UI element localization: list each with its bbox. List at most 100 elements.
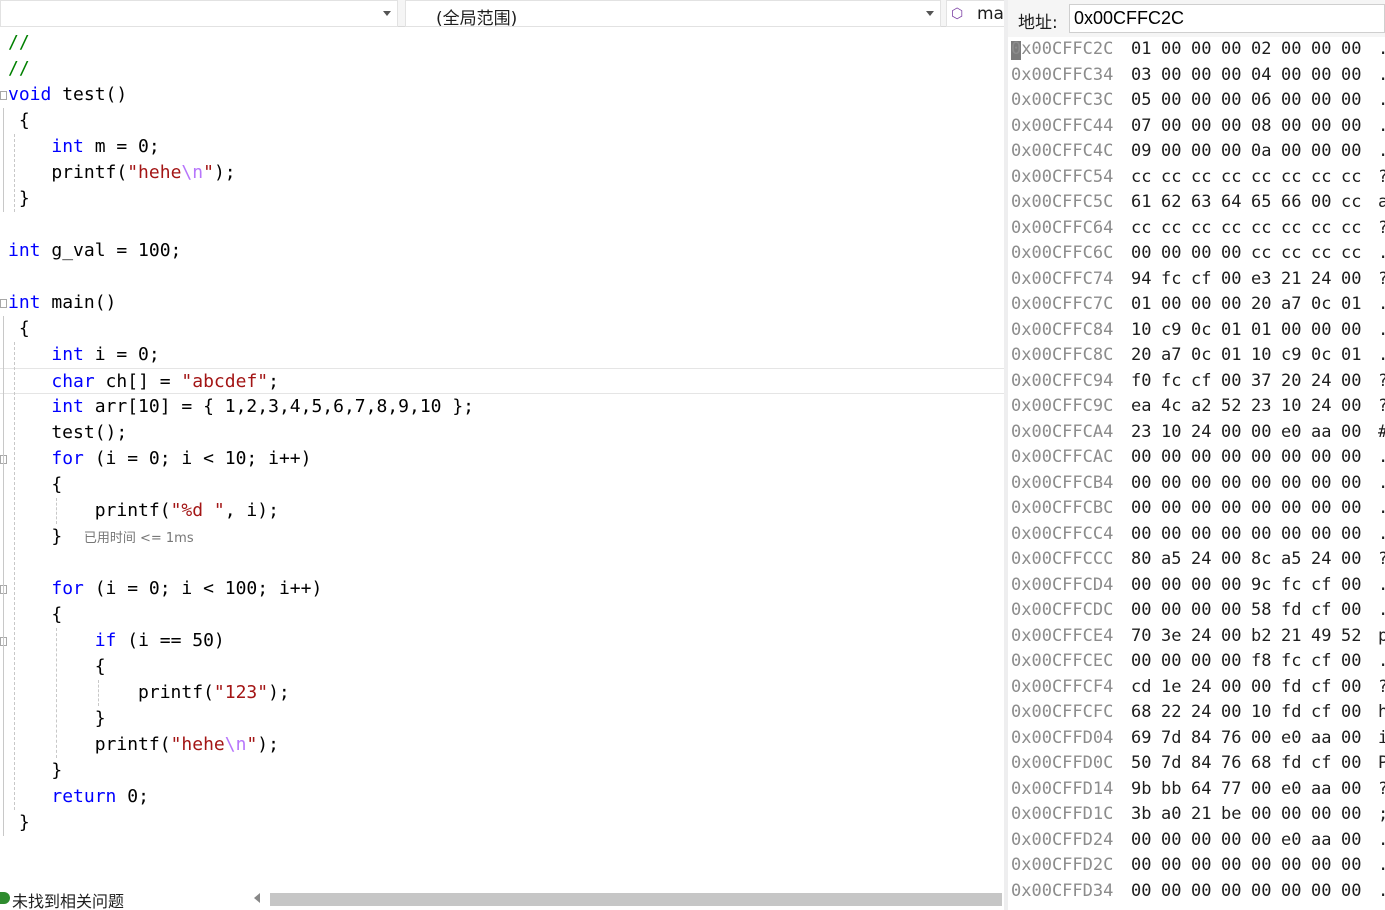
memory-byte[interactable]: 00 [1311, 190, 1331, 216]
memory-byte[interactable]: 00 [1161, 828, 1181, 854]
memory-byte[interactable]: fd [1281, 751, 1301, 777]
code-line[interactable]: } [0, 706, 1004, 732]
memory-row[interactable]: 0x00CFFD14 9b bb 64 77 00 e0 aa 00? [1008, 777, 1385, 803]
code-line[interactable]: int main() [0, 290, 1004, 316]
memory-byte[interactable]: 00 [1221, 496, 1241, 522]
memory-byte[interactable]: cc [1131, 216, 1151, 242]
memory-byte[interactable]: c9 [1281, 343, 1301, 369]
memory-row[interactable]: 0x00CFFC44 07 00 00 00 08 00 00 00. [1008, 114, 1385, 140]
memory-byte[interactable]: 0a [1251, 139, 1271, 165]
memory-byte[interactable]: 00 [1221, 114, 1241, 140]
memory-byte[interactable]: 00 [1341, 369, 1361, 395]
memory-byte[interactable]: 76 [1221, 751, 1241, 777]
memory-byte[interactable]: 20 [1131, 343, 1151, 369]
memory-byte[interactable]: 00 [1191, 649, 1211, 675]
memory-byte[interactable]: 0c [1311, 343, 1331, 369]
code-line[interactable]: printf("hehe\n"); [0, 732, 1004, 758]
memory-byte[interactable]: 01 [1341, 343, 1361, 369]
memory-row[interactable]: 0x00CFFD1C 3b a0 21 be 00 00 00 00; [1008, 802, 1385, 828]
memory-byte[interactable]: cf [1311, 573, 1331, 599]
memory-byte[interactable]: 00 [1311, 879, 1331, 905]
memory-byte[interactable]: 23 [1131, 420, 1151, 446]
memory-byte[interactable]: fd [1281, 700, 1301, 726]
memory-byte[interactable]: fd [1281, 675, 1301, 701]
memory-byte[interactable]: 01 [1221, 343, 1241, 369]
memory-byte[interactable]: 00 [1281, 471, 1301, 497]
code-line[interactable] [0, 550, 1004, 576]
memory-byte[interactable]: aa [1311, 777, 1331, 803]
memory-row[interactable]: 0x00CFFCBC 00 00 00 00 00 00 00 00. [1008, 496, 1385, 522]
code-line[interactable]: printf("%d ", i); [0, 498, 1004, 524]
memory-byte[interactable]: 00 [1191, 573, 1211, 599]
memory-byte[interactable]: 00 [1161, 139, 1181, 165]
memory-row[interactable]: 0x00CFFCFC 68 22 24 00 10 fd cf 00 h [1008, 700, 1385, 726]
memory-byte[interactable]: 00 [1161, 573, 1181, 599]
memory-byte[interactable]: 00 [1311, 471, 1331, 497]
memory-byte[interactable]: 00 [1251, 445, 1271, 471]
memory-byte[interactable]: 84 [1191, 751, 1211, 777]
memory-byte[interactable]: 00 [1191, 88, 1211, 114]
memory-byte[interactable]: 94 [1131, 267, 1151, 293]
memory-byte[interactable]: fc [1161, 369, 1181, 395]
scroll-left-icon[interactable] [254, 893, 260, 903]
memory-byte[interactable]: 00 [1131, 573, 1151, 599]
memory-row[interactable]: 0x00CFFC6C00000000cccccccc. [1008, 241, 1385, 267]
memory-byte[interactable]: 00 [1341, 267, 1361, 293]
code-line[interactable]: if (i == 50) [0, 628, 1004, 654]
memory-byte[interactable]: cc [1341, 165, 1361, 191]
memory-byte[interactable]: 00 [1191, 496, 1211, 522]
memory-byte[interactable]: 01 [1221, 318, 1241, 344]
memory-byte[interactable]: 70 [1131, 624, 1151, 650]
memory-byte[interactable]: 00 [1221, 267, 1241, 293]
memory-byte[interactable]: 24 [1191, 420, 1211, 446]
memory-byte[interactable]: 00 [1131, 649, 1151, 675]
memory-byte[interactable]: 7d [1161, 751, 1181, 777]
memory-byte[interactable]: 3b [1131, 802, 1151, 828]
memory-byte[interactable]: 00 [1221, 828, 1241, 854]
memory-row[interactable]: 0x00CFFCE4 70 3e 24 00 b2 21 49 52 p [1008, 624, 1385, 650]
memory-byte[interactable]: e0 [1281, 828, 1301, 854]
memory-byte[interactable]: 00 [1251, 420, 1271, 446]
memory-byte[interactable]: cc [1251, 241, 1271, 267]
memory-byte[interactable]: 00 [1221, 649, 1241, 675]
memory-byte[interactable]: 00 [1131, 241, 1151, 267]
code-line[interactable]: { [0, 472, 1004, 498]
fold-toggle-icon[interactable] [0, 91, 7, 100]
memory-byte[interactable]: 20 [1281, 369, 1301, 395]
memory-byte[interactable]: e3 [1251, 267, 1271, 293]
memory-byte[interactable]: 00 [1311, 496, 1331, 522]
memory-byte[interactable]: ea [1131, 394, 1151, 420]
memory-byte[interactable]: 00 [1131, 471, 1151, 497]
memory-byte[interactable]: cc [1191, 165, 1211, 191]
memory-byte[interactable]: cc [1311, 241, 1331, 267]
memory-row[interactable]: 0x00CFFD34 00 00 00 00 00 00 00 00. [1008, 879, 1385, 905]
memory-byte[interactable]: 10 [1131, 318, 1151, 344]
memory-byte[interactable]: 76 [1221, 726, 1241, 752]
memory-byte[interactable]: 77 [1221, 777, 1241, 803]
memory-byte[interactable]: 00 [1191, 471, 1211, 497]
code-line[interactable]: printf("hehe\n"); [0, 160, 1004, 186]
memory-row[interactable]: 0x00CFFC5C 61 62 63 64 65 66 00 cc a [1008, 190, 1385, 216]
memory-byte[interactable]: 00 [1221, 139, 1241, 165]
memory-byte[interactable]: 04 [1251, 63, 1271, 89]
code-line[interactable]: // [0, 56, 1004, 82]
memory-byte[interactable]: cc [1281, 216, 1301, 242]
memory-row[interactable]: 0x00CFFCDC 00 00 00 00 58 fdcf 00. [1008, 598, 1385, 624]
memory-byte[interactable]: 00 [1221, 624, 1241, 650]
memory-byte[interactable]: 9b [1131, 777, 1151, 803]
memory-byte[interactable]: 03 [1131, 63, 1151, 89]
memory-byte[interactable]: 00 [1311, 63, 1331, 89]
memory-byte[interactable]: cc [1341, 216, 1361, 242]
memory-byte[interactable]: 00 [1341, 649, 1361, 675]
memory-byte[interactable]: cc [1311, 216, 1331, 242]
memory-byte[interactable]: 00 [1191, 828, 1211, 854]
memory-byte[interactable]: 68 [1251, 751, 1271, 777]
memory-byte[interactable]: 24 [1311, 369, 1331, 395]
memory-byte[interactable]: 00 [1341, 88, 1361, 114]
code-line[interactable]: } [0, 186, 1004, 212]
memory-byte[interactable]: 00 [1221, 88, 1241, 114]
memory-byte[interactable]: 00 [1281, 88, 1301, 114]
memory-byte[interactable]: cf [1311, 649, 1331, 675]
memory-row[interactable]: 0x00CFFCA4 23 10 24 00 00 e0 aa 00 # [1008, 420, 1385, 446]
memory-byte[interactable]: a5 [1281, 547, 1301, 573]
